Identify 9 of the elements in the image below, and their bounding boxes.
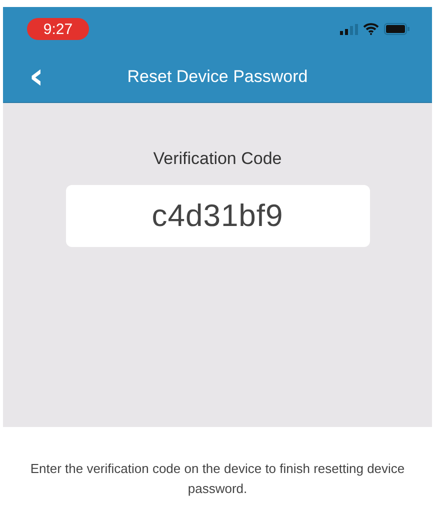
battery-icon (384, 23, 410, 35)
instructions-text: Enter the verification code on the device to finish resetting device password. (29, 460, 406, 498)
back-button[interactable]: ‹ (25, 58, 48, 94)
status-time: 9:27 (27, 18, 89, 40)
verification-code: c4d31bf9 (66, 185, 370, 247)
wifi-icon (363, 23, 379, 35)
screen-title: Reset Device Password (127, 66, 308, 86)
signal-icon (340, 24, 358, 34)
code-label: Verification Code (153, 149, 282, 169)
